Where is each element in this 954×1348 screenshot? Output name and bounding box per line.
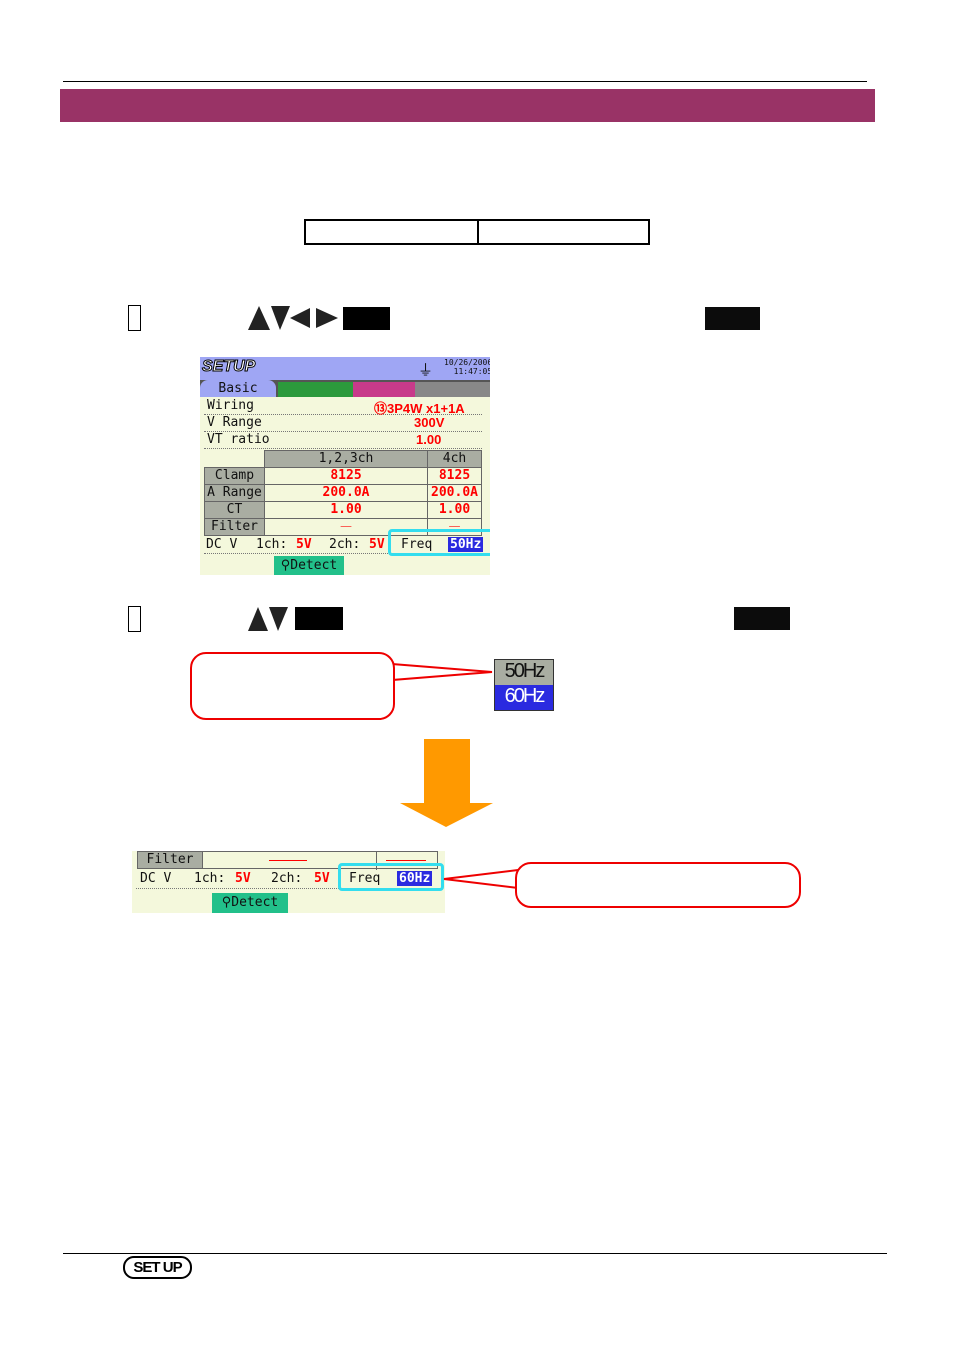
clamp-label: Clamp [204, 467, 265, 485]
setup-key-badge: SET UP [123, 1256, 192, 1279]
clamp-4ch[interactable]: 8125 [427, 467, 482, 485]
section-header-bar [60, 89, 875, 122]
tab-basic[interactable]: Basic [200, 380, 276, 397]
vt-ratio-row[interactable]: VT ratio 1.00 [204, 432, 482, 449]
vt-ratio-value: 1.00 [416, 432, 442, 447]
result-2ch-value[interactable]: 5V [314, 871, 330, 886]
a-range-label: A Range [204, 484, 265, 502]
vt-ratio-label: VT ratio [207, 432, 270, 447]
result-filter-label: Filter [137, 851, 203, 869]
a-range-4ch[interactable]: 200.0A [427, 484, 482, 502]
screen-title-bar: SETUP ⏚ 10/26/2006 11:47:05 [200, 357, 490, 380]
result-1ch-label: 1ch: [194, 871, 226, 886]
callout-box-1 [190, 652, 395, 720]
top-rule [63, 81, 867, 82]
tab-3[interactable] [353, 382, 415, 397]
result-detect-button[interactable]: ⚲Detect [212, 893, 288, 913]
datetime: 10/26/2006 11:47:05 [444, 358, 490, 376]
setup-screen: SETUP ⏚ 10/26/2006 11:47:05 Basic Wiring ⑬… [200, 357, 490, 575]
wiring-label: Wiring [207, 398, 254, 413]
result-dcv-label: DC V [140, 871, 172, 886]
key-icon [705, 307, 760, 330]
info-table [304, 219, 650, 245]
filter-label: Filter [204, 518, 265, 536]
freq-options-popup[interactable]: 50Hz 60Hz [494, 659, 554, 711]
option-60hz[interactable]: 60Hz [495, 685, 553, 710]
freq-highlight-frame [388, 529, 490, 556]
callout-box-2 [515, 862, 801, 908]
wiring-row[interactable]: Wiring ⑬3P4W x1+1A [204, 398, 482, 416]
result-freq-highlight [338, 863, 444, 891]
detect-label: Detect [290, 558, 338, 573]
down-arrow-icon [400, 739, 493, 827]
clamp-icon: ⚲ [280, 558, 291, 573]
ct-ratio-4ch[interactable]: 1.00 [427, 501, 482, 519]
v-range-label: V Range [207, 415, 262, 430]
detect-button[interactable]: ⚲Detect [274, 556, 344, 575]
power-plug-icon: ⏚ [418, 361, 434, 379]
enter-key-icon-2 [295, 607, 343, 630]
header-4ch: 4ch [427, 450, 482, 468]
enter-key-icon [343, 307, 390, 330]
callout-pointer-2 [443, 868, 519, 890]
tab-2[interactable] [278, 382, 353, 397]
tab-4[interactable] [415, 382, 490, 397]
ct-ratio-123ch[interactable]: 1.00 [264, 501, 428, 519]
screen-title: SETUP [201, 358, 256, 376]
tab-row: Basic [200, 380, 490, 397]
header-123ch: 1,2,3ch [264, 450, 428, 468]
dcv-1ch-label: 1ch: [256, 537, 288, 552]
v-range-value: 300V [414, 415, 445, 430]
result-2ch-label: 2ch: [271, 871, 303, 886]
dcv-1ch-value[interactable]: 5V [296, 537, 312, 552]
dcv-label: DC V [206, 537, 238, 552]
bottom-rule [63, 1253, 887, 1254]
step-2-marker [128, 606, 141, 632]
ct-ratio-label: CT ratio [204, 501, 265, 533]
up-down-keys-icon [248, 607, 288, 631]
dcv-2ch-label: 2ch: [329, 537, 361, 552]
v-range-row[interactable]: V Range 300V [204, 415, 482, 432]
callout-pointer [391, 662, 493, 682]
step-1-marker [128, 305, 141, 331]
result-screen-crop: Filter DC V 1ch: 5V 2ch: 5V Freq 60Hz ⚲D… [132, 851, 445, 913]
clamp-123ch[interactable]: 8125 [264, 467, 428, 485]
result-detect-label: Detect [231, 895, 279, 910]
arrow-keys-icon [248, 306, 338, 330]
a-range-123ch[interactable]: 200.0A [264, 484, 428, 502]
clamp-icon: ⚲ [221, 895, 232, 910]
option-50hz[interactable]: 50Hz [495, 660, 553, 685]
result-1ch-value[interactable]: 5V [235, 871, 251, 886]
key-icon-2 [734, 607, 790, 630]
dcv-2ch-value[interactable]: 5V [369, 537, 385, 552]
manual-page: SETUP ⏚ 10/26/2006 11:47:05 Basic Wiring ⑬… [0, 0, 954, 1348]
table-divider [477, 221, 479, 243]
